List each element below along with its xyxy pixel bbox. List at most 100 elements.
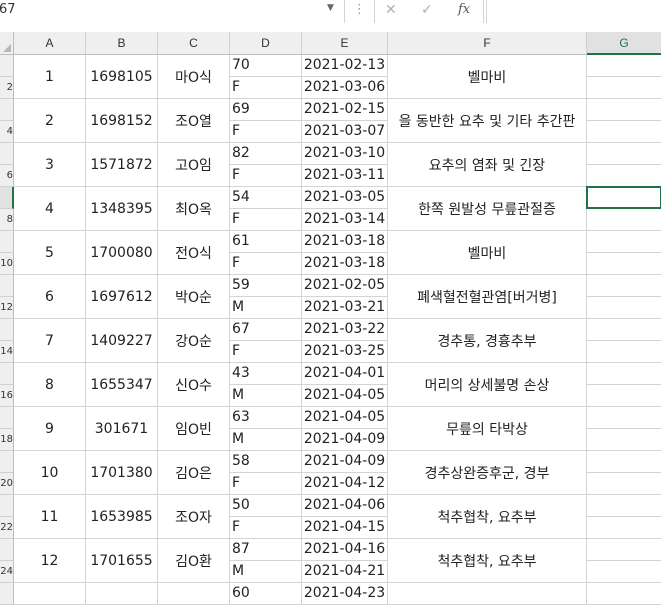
cell-empty[interactable] — [158, 583, 230, 605]
row-header[interactable] — [0, 363, 14, 385]
cell-diagnosis[interactable]: 경추통, 경흉추부 — [388, 319, 587, 363]
cell-id[interactable]: 1697612 — [86, 275, 158, 319]
cell-end-date[interactable]: 2021-04-09 — [302, 429, 388, 451]
cell-index[interactable]: 5 — [14, 231, 86, 275]
cell-end-date[interactable]: 2021-03-21 — [302, 297, 388, 319]
cell-start-date[interactable]: 2021-04-23 — [302, 583, 388, 605]
cell-name[interactable]: 강O순 — [158, 319, 230, 363]
cell-start-date[interactable]: 2021-04-05 — [302, 407, 388, 429]
cell-id[interactable]: 1700080 — [86, 231, 158, 275]
cell-empty[interactable] — [587, 297, 661, 319]
cell-empty[interactable] — [14, 583, 86, 605]
cell-age[interactable]: 69 — [230, 99, 302, 121]
row-header[interactable] — [0, 231, 14, 253]
column-header-g[interactable]: G — [587, 32, 661, 55]
cell-name[interactable]: 조O열 — [158, 99, 230, 143]
cell-start-date[interactable]: 2021-02-13 — [302, 55, 388, 77]
cell-diagnosis[interactable]: 한쪽 원발성 무릎관절증 — [388, 187, 587, 231]
cell-empty[interactable] — [587, 275, 661, 297]
cell-empty[interactable] — [587, 143, 661, 165]
row-header[interactable] — [0, 55, 14, 77]
cell-empty[interactable] — [587, 209, 661, 231]
row-header[interactable] — [0, 187, 14, 209]
cell-empty[interactable] — [587, 473, 661, 495]
cell-empty[interactable] — [587, 99, 661, 121]
cell-empty[interactable] — [86, 583, 158, 605]
cell-name[interactable]: 조O자 — [158, 495, 230, 539]
cell-id[interactable]: 1701380 — [86, 451, 158, 495]
cell-sex[interactable]: F — [230, 77, 302, 99]
cell-id[interactable]: 1409227 — [86, 319, 158, 363]
cell-start-date[interactable]: 2021-03-22 — [302, 319, 388, 341]
insert-function-icon[interactable]: fx — [458, 2, 470, 17]
cell-start-date[interactable]: 2021-03-18 — [302, 231, 388, 253]
cell-index[interactable]: 11 — [14, 495, 86, 539]
active-cell-selection[interactable] — [586, 186, 661, 209]
cell-diagnosis[interactable]: 무릎의 타박상 — [388, 407, 587, 451]
cell-id[interactable]: 301671 — [86, 407, 158, 451]
cell-name[interactable]: 최O옥 — [158, 187, 230, 231]
cell-diagnosis[interactable]: 척추협착, 요추부 — [388, 539, 587, 583]
cell-empty[interactable] — [587, 319, 661, 341]
row-header[interactable]: 24 — [0, 561, 14, 583]
row-header[interactable]: 12 — [0, 297, 14, 319]
cell-empty[interactable] — [587, 385, 661, 407]
cell-empty[interactable] — [587, 165, 661, 187]
cell-name[interactable]: 전O식 — [158, 231, 230, 275]
cell-start-date[interactable]: 2021-04-06 — [302, 495, 388, 517]
cell-id[interactable]: 1653985 — [86, 495, 158, 539]
cell-start-date[interactable]: 2021-03-10 — [302, 143, 388, 165]
cell-empty[interactable] — [587, 77, 661, 99]
cell-diagnosis[interactable]: 폐색혈전혈관염[버거병] — [388, 275, 587, 319]
cell-sex[interactable]: M — [230, 429, 302, 451]
cell-id[interactable]: 1571872 — [86, 143, 158, 187]
cell-empty[interactable] — [587, 121, 661, 143]
cell-id[interactable]: 1348395 — [86, 187, 158, 231]
cell-id[interactable]: 1698152 — [86, 99, 158, 143]
cell-sex[interactable]: F — [230, 517, 302, 539]
cell-start-date[interactable]: 2021-02-15 — [302, 99, 388, 121]
more-options-icon[interactable]: ⋮ — [353, 2, 366, 17]
row-header[interactable] — [0, 451, 14, 473]
cell-start-date[interactable]: 2021-04-09 — [302, 451, 388, 473]
cell-diagnosis[interactable]: 을 동반한 요추 및 기타 추간판 — [388, 99, 587, 143]
cell-empty[interactable] — [587, 517, 661, 539]
cancel-icon[interactable]: ✕ — [385, 2, 397, 18]
cell-index[interactable]: 4 — [14, 187, 86, 231]
cell-start-date[interactable]: 2021-04-01 — [302, 363, 388, 385]
cell-empty[interactable] — [587, 407, 661, 429]
cell-diagnosis[interactable]: 요추의 염좌 및 긴장 — [388, 143, 587, 187]
cell-empty[interactable] — [587, 495, 661, 517]
cell-empty[interactable] — [587, 451, 661, 473]
row-header[interactable] — [0, 275, 14, 297]
cell-diagnosis[interactable]: 척추협착, 요추부 — [388, 495, 587, 539]
cell-sex[interactable]: M — [230, 297, 302, 319]
cell-name[interactable]: 고O임 — [158, 143, 230, 187]
cell-diagnosis[interactable]: 머리의 상세불명 손상 — [388, 363, 587, 407]
cell-id[interactable]: 1698105 — [86, 55, 158, 99]
cell-index[interactable]: 6 — [14, 275, 86, 319]
row-header[interactable]: 18 — [0, 429, 14, 451]
column-header-f[interactable]: F — [388, 32, 587, 55]
cell-sex[interactable]: F — [230, 165, 302, 187]
cell-age[interactable]: 87 — [230, 539, 302, 561]
cell-age[interactable]: 82 — [230, 143, 302, 165]
cell-id[interactable]: 1701655 — [86, 539, 158, 583]
cell-index[interactable]: 2 — [14, 99, 86, 143]
cell-sex[interactable]: F — [230, 253, 302, 275]
enter-icon[interactable]: ✓ — [421, 2, 433, 18]
cell-id[interactable]: 1655347 — [86, 363, 158, 407]
row-header[interactable] — [0, 495, 14, 517]
row-header[interactable]: 6 — [0, 165, 14, 187]
cell-end-date[interactable]: 2021-03-14 — [302, 209, 388, 231]
cell-age[interactable]: 59 — [230, 275, 302, 297]
cell-index[interactable]: 7 — [14, 319, 86, 363]
cell-end-date[interactable]: 2021-04-21 — [302, 561, 388, 583]
cell-end-date[interactable]: 2021-03-25 — [302, 341, 388, 363]
cell-sex[interactable]: F — [230, 341, 302, 363]
cell-name[interactable]: 신O수 — [158, 363, 230, 407]
column-header-e[interactable]: E — [302, 32, 388, 55]
row-header[interactable] — [0, 319, 14, 341]
cell-sex[interactable]: F — [230, 473, 302, 495]
cell-age[interactable]: 60 — [230, 583, 302, 605]
